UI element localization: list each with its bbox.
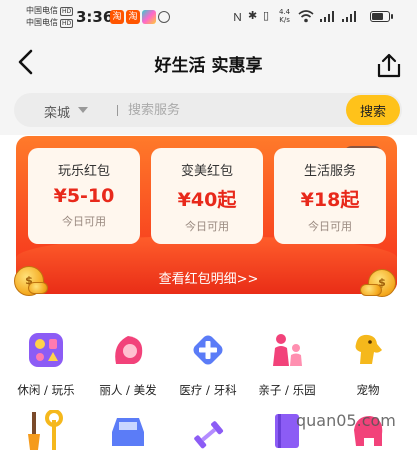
clock: 3:36 [76, 8, 114, 26]
category-label: 亲子 / 乐园 [258, 383, 316, 397]
search-input[interactable] [128, 101, 328, 119]
coupon-subtitle: 今日可用 [185, 220, 229, 233]
net-speed-value: 4.4 [279, 8, 291, 16]
tools-icon [28, 409, 63, 450]
category-family[interactable]: 亲子 / 乐园 [245, 330, 329, 398]
coupon-value: ¥40起 [177, 189, 237, 211]
share-button[interactable] [374, 52, 404, 80]
category-label: 丽人 / 美发 [99, 383, 157, 397]
search-divider [117, 105, 118, 116]
watermark-text: quan05.com [296, 411, 396, 430]
share-icon [377, 53, 401, 78]
battery-icon [370, 11, 393, 22]
nfc-icon: Ｎ [232, 11, 243, 24]
category-pet[interactable]: 宠物 [326, 330, 410, 398]
hd-badge-2: HD [60, 19, 74, 28]
search-bar: 栾城 搜索 [14, 93, 402, 127]
car-icon [112, 418, 144, 446]
beauty-icon [115, 336, 143, 364]
carrier-label-1: 中国电信 HD [26, 6, 74, 16]
bluetooth-icon: ✱ [248, 9, 258, 22]
category-tools[interactable] [4, 409, 88, 455]
coupon-title: 玩乐红包 [57, 164, 110, 179]
coupon-value: ¥5-10 [53, 185, 115, 207]
carrier-name-1: 中国电信 [26, 6, 58, 15]
coupon-subtitle: 今日可用 [308, 220, 352, 233]
category-beauty[interactable]: 丽人 / 美发 [86, 330, 170, 398]
leisure-icon [29, 333, 63, 367]
coupon-card[interactable]: 变美红包 ¥40起 今日可用 [151, 148, 263, 244]
category-label: 医疗 / 牙科 [179, 383, 237, 397]
city-selector[interactable]: 栾城 [44, 102, 70, 121]
coupon-title: 变美红包 [180, 164, 233, 179]
category-car[interactable] [86, 410, 170, 455]
pet-icon [355, 334, 382, 364]
medical-icon [193, 335, 223, 365]
category-label: 宠物 [356, 383, 380, 397]
header: 好生活 实惠享 [0, 34, 417, 90]
search-button[interactable]: 搜索 [346, 95, 400, 125]
family-icon [273, 334, 302, 366]
signal-icon-2 [342, 11, 356, 22]
category-label: 休闲 / 玩乐 [17, 383, 75, 397]
status-bar: 中国电信 HD 中国电信 HD 3:36 淘 淘 Ｎ ✱ ▯ 4.4 K/s [0, 0, 417, 34]
colorful-app-icon [142, 10, 156, 24]
carrier-name-2: 中国电信 [26, 18, 58, 27]
coupon-title: 生活服务 [303, 164, 356, 179]
page-title: 好生活 实惠享 [154, 56, 263, 76]
search-row: 栾城 搜索 [0, 90, 417, 135]
caret-down-icon[interactable] [78, 107, 88, 113]
category-fitness[interactable] [166, 410, 250, 455]
wifi-icon [298, 10, 314, 23]
coupon-card[interactable]: 生活服务 ¥18起 今日可用 [274, 148, 386, 244]
pause-icon [158, 11, 170, 23]
net-speed: 4.4 K/s [279, 8, 290, 24]
vibrate-icon: ▯ [263, 9, 270, 22]
carrier-label-2: 中国电信 HD [26, 18, 74, 28]
net-speed-unit: K/s [279, 16, 290, 24]
signal-icon [320, 11, 334, 22]
category-medical[interactable]: 医疗 / 牙科 [166, 330, 250, 398]
view-details-link[interactable]: 查看红包明细>> [0, 268, 417, 287]
taobao-icon: 淘 [110, 10, 124, 24]
hd-badge: HD [60, 7, 74, 16]
coupon-subtitle: 今日可用 [62, 215, 106, 228]
taobao-icon-2: 淘 [126, 10, 140, 24]
coupon-card[interactable]: 玩乐红包 ¥5-10 今日可用 [28, 148, 140, 244]
coupon-value: ¥18起 [300, 189, 360, 211]
dumbbell-icon [194, 421, 224, 449]
category-leisure[interactable]: 休闲 / 玩乐 [4, 330, 88, 398]
